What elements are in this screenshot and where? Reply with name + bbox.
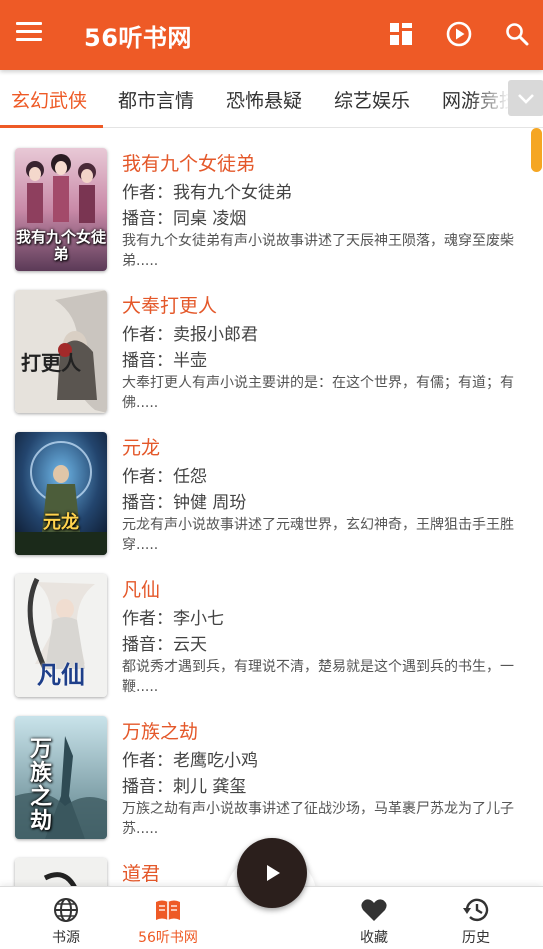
tab-dushi[interactable]: 都市言情	[118, 86, 194, 113]
book-narrator: 播音：钟健 周玢	[122, 493, 247, 513]
book-cover: 凡仙	[15, 574, 107, 697]
chevron-down-icon[interactable]	[508, 80, 543, 116]
book-narrator: 播音：云天	[122, 635, 207, 655]
book-title: 凡仙	[122, 579, 161, 601]
book-title: 大奉打更人	[122, 295, 218, 317]
cover-title: 我有九个女徒弟	[15, 228, 106, 263]
menu-icon[interactable]	[16, 22, 42, 46]
book-title: 我有九个女徒弟	[122, 153, 256, 175]
book-description: 万族之劫有声小说故事讲述了征战沙场，马革裹尸苏龙为了儿子苏.....	[122, 801, 514, 837]
nav-label: 书源	[52, 930, 80, 946]
book-cover: 元龙	[15, 432, 107, 555]
history-icon	[463, 898, 489, 922]
nav-label: 历史	[462, 930, 490, 946]
book-author: 作者：卖报小郎君	[122, 325, 258, 345]
cover-title: 元龙	[43, 512, 79, 533]
nav-item-56tingshu[interactable]: 56听书网	[128, 897, 208, 947]
play-circle-icon[interactable]	[445, 20, 473, 48]
book-author: 作者：我有九个女徒弟	[122, 183, 292, 203]
search-icon[interactable]	[503, 20, 531, 48]
book-cover: 我有九个女徒弟	[15, 148, 107, 271]
scrollbar-thumb[interactable]	[531, 128, 542, 172]
tabs-fade	[470, 70, 510, 126]
app-title: 56听书网	[84, 24, 192, 52]
book-title: 万族之劫	[122, 721, 199, 743]
tab-xuanhuan[interactable]: 玄幻武侠	[11, 86, 87, 113]
book-author: 作者：老鹰吃小鸡	[122, 751, 258, 771]
tab-zongyi[interactable]: 综艺娱乐	[334, 86, 410, 113]
nav-item-favorites[interactable]: 收藏	[334, 897, 414, 947]
book-cover	[15, 858, 107, 889]
cover-title: 打更人	[21, 351, 81, 375]
book-narrator: 播音：刺儿 龚玺	[122, 777, 247, 797]
book-cover: 万族之劫	[15, 716, 107, 839]
book-author: 作者：任怨	[122, 467, 207, 487]
list-item[interactable]: 打更人 大奉打更人 作者：卖报小郎君 播音：半壶 大奉打更人有声小说主要讲的是：…	[0, 271, 543, 413]
book-title: 道君	[122, 863, 161, 885]
cover-title: 凡仙	[37, 660, 85, 689]
nav-item-history[interactable]: 历史	[436, 897, 516, 947]
book-list: 我有九个女徒弟 我有九个女徒弟 作者：我有九个女徒弟 播音：同桌 凌烟 我有九个…	[0, 129, 543, 889]
book-author: 作者：李小七	[122, 609, 224, 629]
book-title: 元龙	[122, 437, 161, 459]
book-description: 大奉打更人有声小说主要讲的是：在这个世界，有儒；有道；有佛.....	[122, 375, 514, 411]
list-item[interactable]: 凡仙 凡仙 作者：李小七 播音：云天 都说秀才遇到兵，有理说不清，楚易就是这个遇…	[0, 555, 543, 697]
book-description: 都说秀才遇到兵，有理说不清，楚易就是这个遇到兵的书生，一鞭.....	[122, 659, 514, 695]
book-description: 元龙有声小说故事讲述了元魂世界，玄幻神奇，王牌狙击手王胜穿.....	[122, 517, 514, 553]
heart-icon	[361, 899, 387, 921]
tab-kongbu[interactable]: 恐怖悬疑	[226, 86, 302, 113]
book-description: 我有九个女徒弟有声小说故事讲述了天辰神王陨落，魂穿至废柴弟.....	[122, 233, 514, 269]
globe-icon	[54, 898, 78, 922]
nav-label: 收藏	[360, 930, 388, 946]
play-button[interactable]	[237, 838, 307, 908]
nav-label: 56听书网	[138, 930, 198, 946]
grid-icon[interactable]	[387, 20, 415, 48]
nav-item-sources[interactable]: 书源	[26, 897, 106, 947]
cover-title: 万族之劫	[29, 736, 52, 834]
category-tabs: 玄幻武侠 都市言情 恐怖悬疑 综艺娱乐 网游竞技	[0, 70, 543, 128]
book-narrator: 播音：同桌 凌烟	[122, 209, 247, 229]
play-icon	[267, 865, 280, 881]
list-item[interactable]: 我有九个女徒弟 我有九个女徒弟 作者：我有九个女徒弟 播音：同桌 凌烟 我有九个…	[0, 129, 543, 271]
list-item[interactable]: 元龙 元龙 作者：任怨 播音：钟健 周玢 元龙有声小说故事讲述了元魂世界，玄幻神…	[0, 413, 543, 555]
book-icon	[156, 900, 180, 920]
list-item[interactable]: 万族之劫 万族之劫 作者：老鹰吃小鸡 播音：刺儿 龚玺 万族之劫有声小说故事讲述…	[0, 697, 543, 839]
active-tab-indicator	[0, 125, 103, 128]
app-bar: 56听书网	[0, 0, 543, 70]
book-cover: 打更人	[15, 290, 107, 413]
book-narrator: 播音：半壶	[122, 351, 207, 371]
